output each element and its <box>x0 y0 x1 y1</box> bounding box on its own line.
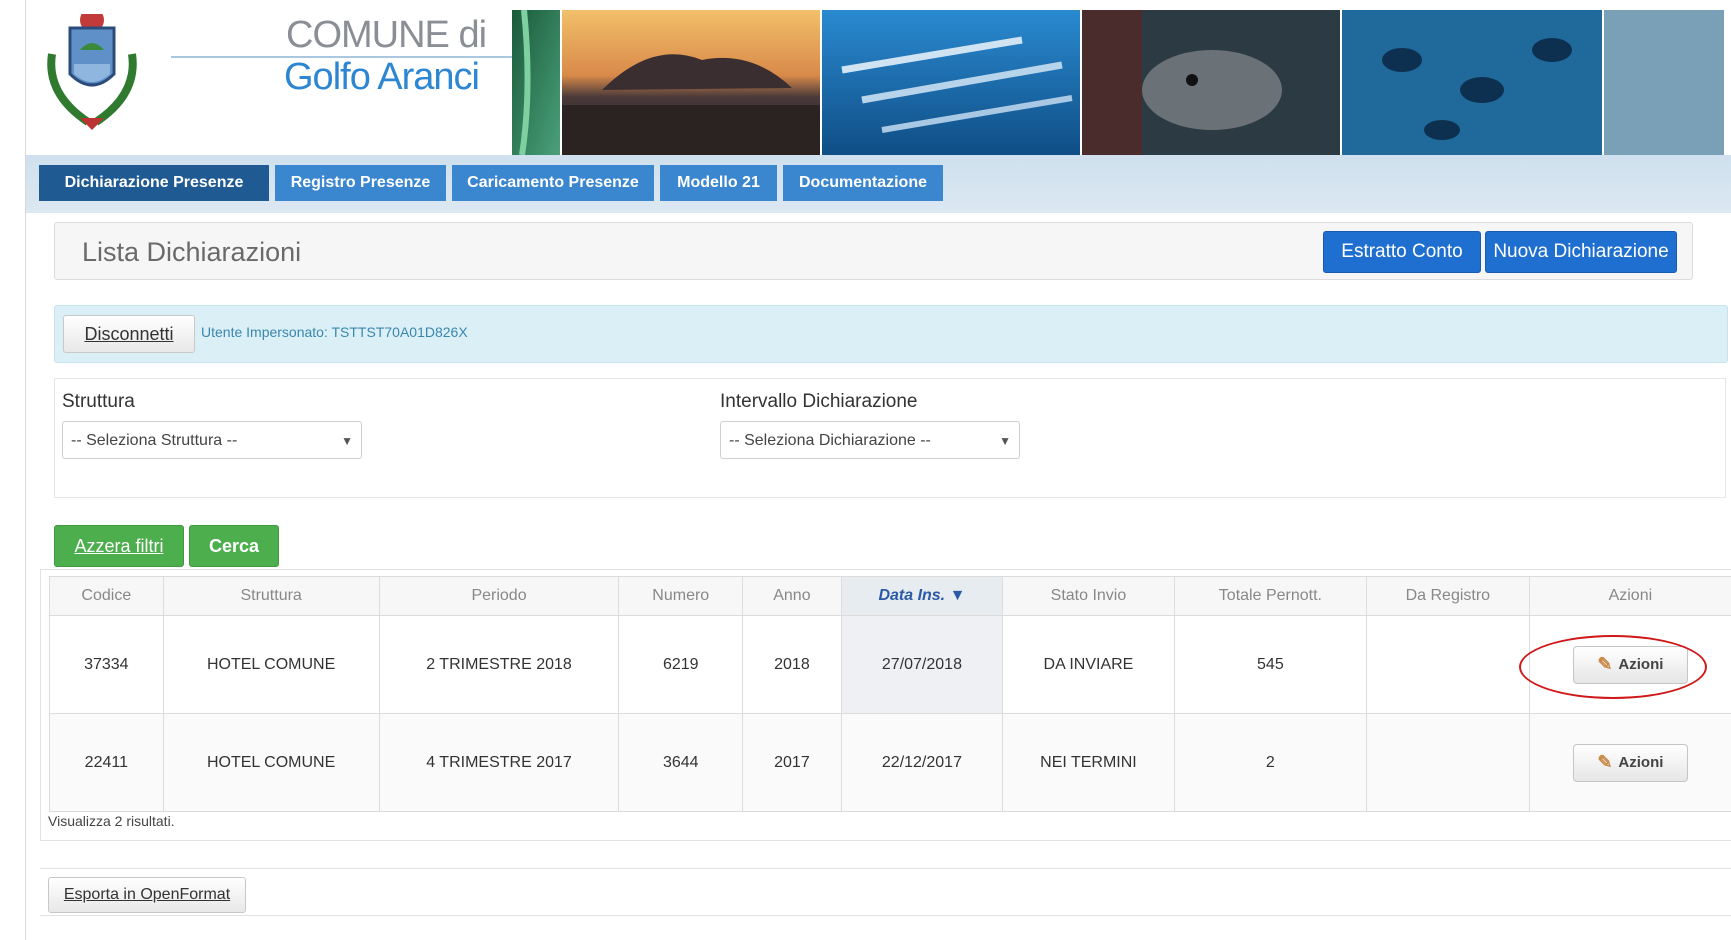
cell-data-ins: 22/12/2017 <box>840 713 1004 812</box>
intervallo-label: Intervallo Dichiarazione <box>720 391 918 412</box>
site-header: COMUNE di Golfo Aranci <box>26 8 1731 155</box>
search-button[interactable]: Cerca <box>189 525 279 567</box>
nav-dichiarazione-presenze[interactable]: Dichiarazione Presenze <box>39 165 269 201</box>
export-bar: Esporta in OpenFormat <box>40 868 1731 916</box>
column-header[interactable]: Struttura <box>162 576 380 616</box>
dropdown-arrow-icon: ▼ <box>341 434 353 448</box>
page-title: Lista Dichiarazioni <box>82 237 302 267</box>
cell-stato-invio: DA INVIARE <box>1002 615 1175 714</box>
main-navigation: Dichiarazione Presenze Registro Presenze… <box>26 155 1731 213</box>
table-row: 37334 HOTEL COMUNE 2 TRIMESTRE 2018 6219… <box>49 615 1731 714</box>
cell-periodo: 2 TRIMESTRE 2018 <box>378 615 620 714</box>
column-header[interactable]: Stato Invio <box>1002 576 1175 616</box>
struttura-select[interactable]: -- Seleziona Struttura -- ▼ <box>62 421 362 459</box>
impersonated-user-text: Utente Impersonato: TSTTST70A01D826X <box>201 324 468 340</box>
coat-of-arms-logo <box>40 8 144 138</box>
cell-totale-pernott: 2 <box>1173 713 1367 812</box>
cell-periodo: 4 TRIMESTRE 2017 <box>378 713 620 812</box>
nav-modello-21[interactable]: Modello 21 <box>660 165 777 201</box>
column-header-sorted[interactable]: Data Ins. ▼ <box>840 576 1004 616</box>
cell-anno: 2017 <box>742 713 842 812</box>
cell-codice: 22411 <box>49 713 164 812</box>
struttura-select-value: -- Seleziona Struttura -- <box>71 432 238 449</box>
photo-barracuda <box>822 10 1080 155</box>
cell-numero: 3644 <box>618 713 744 812</box>
cell-anno: 2018 <box>742 615 842 714</box>
header-town-name: Golfo Aranci <box>284 56 480 98</box>
column-header[interactable]: Totale Pernott. <box>1173 576 1367 616</box>
page-header-panel: Lista Dichiarazioni Estratto Conto Nuova… <box>54 222 1693 280</box>
filters-panel: Struttura -- Seleziona Struttura -- ▼ In… <box>54 378 1726 498</box>
highlight-annotation-ellipse <box>1519 635 1707 699</box>
column-header[interactable]: Periodo <box>378 576 620 616</box>
cell-codice: 37334 <box>49 615 164 714</box>
header-photo-strip <box>512 10 1731 155</box>
estratto-conto-button[interactable]: Estratto Conto <box>1323 231 1481 273</box>
wrench-icon: ✎ <box>1597 752 1613 772</box>
column-header[interactable]: Anno <box>742 576 842 616</box>
cell-struttura: HOTEL COMUNE <box>162 615 380 714</box>
column-header[interactable]: Da Registro <box>1365 576 1530 616</box>
table-row: 22411 HOTEL COMUNE 4 TRIMESTRE 2017 3644… <box>49 713 1731 812</box>
struttura-label: Struttura <box>62 391 135 412</box>
column-header[interactable]: Codice <box>49 576 164 616</box>
cell-azioni: ✎ Azioni <box>1528 713 1731 812</box>
results-table-container: Codice Struttura Periodo Numero Anno Dat… <box>40 569 1731 841</box>
intervallo-select-value: -- Seleziona Dichiarazione -- <box>729 432 931 449</box>
cell-data-ins: 27/07/2018 <box>840 615 1004 714</box>
disconnect-button[interactable]: Disconnetti <box>63 315 195 353</box>
photo-sunset-island <box>562 10 820 155</box>
photo-moray-eel <box>1082 10 1340 155</box>
photo-seaweed <box>512 10 560 155</box>
cell-da-registro <box>1365 615 1530 714</box>
intervallo-select[interactable]: -- Seleziona Dichiarazione -- ▼ <box>720 421 1020 459</box>
column-header[interactable]: Numero <box>618 576 744 616</box>
nav-caricamento-presenze[interactable]: Caricamento Presenze <box>452 165 654 201</box>
azioni-button[interactable]: ✎ Azioni <box>1572 743 1688 782</box>
cell-totale-pernott: 545 <box>1173 615 1367 714</box>
azioni-button-label: Azioni <box>1618 754 1664 771</box>
nuova-dichiarazione-button[interactable]: Nuova Dichiarazione <box>1485 231 1677 273</box>
cell-struttura: HOTEL COMUNE <box>162 713 380 812</box>
results-table: Codice Struttura Periodo Numero Anno Dat… <box>49 576 1731 812</box>
cell-numero: 6219 <box>618 615 744 714</box>
column-header[interactable]: Azioni <box>1528 576 1731 616</box>
nav-documentazione[interactable]: Documentazione <box>783 165 943 201</box>
nav-registro-presenze[interactable]: Registro Presenze <box>275 165 446 201</box>
cell-stato-invio: NEI TERMINI <box>1002 713 1175 812</box>
header-comune: COMUNE di <box>286 14 487 56</box>
results-count-text: Visualizza 2 risultati. <box>48 813 175 829</box>
cell-da-registro <box>1365 713 1530 812</box>
dropdown-arrow-icon: ▼ <box>999 434 1011 448</box>
reset-filters-button[interactable]: Azzera filtri <box>54 525 184 567</box>
table-header-row: Codice Struttura Periodo Numero Anno Dat… <box>49 576 1731 616</box>
export-openformat-button[interactable]: Esporta in OpenFormat <box>48 877 246 913</box>
photo-edge <box>1604 10 1724 155</box>
photo-reef-fish <box>1342 10 1602 155</box>
impersonation-info-bar: Disconnetti Utente Impersonato: TSTTST70… <box>54 305 1728 363</box>
